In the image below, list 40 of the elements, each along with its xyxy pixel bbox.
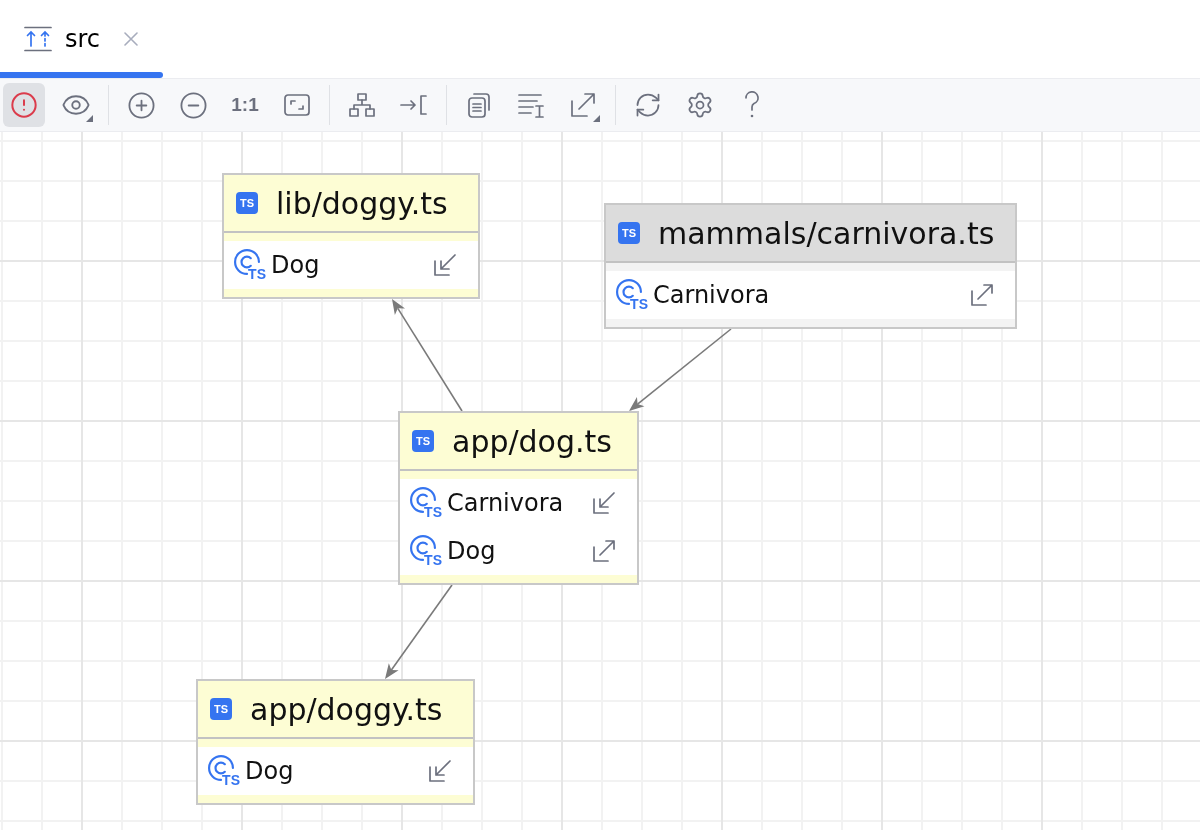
class-name: Dog [271,251,321,279]
file-name: app/dog.ts [452,423,612,459]
zoom-in-icon [126,90,156,120]
text-format-icon [517,92,545,118]
file-type-badge: TS [618,222,640,244]
type-tag: TS [222,774,240,787]
type-tag: TS [248,268,266,281]
file-type-badge: TS [236,192,258,214]
help-icon [744,91,760,119]
up-arrows-icon [24,26,52,52]
zoom-out-icon [178,90,208,120]
close-icon [124,32,139,46]
file-type-badge: TS [412,430,434,452]
arrow-down-left-icon [592,491,616,515]
type-tag: TS [424,506,442,519]
file-name: app/doggy.ts [250,691,443,727]
arrow-up-right-icon [592,539,616,563]
arrow-to-bracket-icon [400,94,428,116]
frame-icon [284,94,310,116]
arrow-down-left-icon [433,253,457,277]
toolbar-button[interactable] [3,83,45,127]
class-name: Carnivora [447,489,565,517]
class-name: Dog [447,537,497,565]
settings-icon [686,91,714,119]
error-icon [10,91,38,119]
class-name: Carnivora [653,281,771,309]
arrow-up-right-icon [570,92,596,118]
file-name: lib/doggy.ts [276,185,448,221]
type-tag: TS [630,298,648,311]
arrow-down-left-icon [428,759,452,783]
copy-icon [467,92,491,118]
file-type-badge: TS [210,698,232,720]
class-name: Dog [245,757,295,785]
hierarchy-icon [349,93,375,117]
editor-tab[interactable]: src [0,0,164,78]
file-name: mammals/carnivora.ts [658,215,995,251]
close-button[interactable] [123,31,140,47]
arrow-up-right-icon [970,283,994,307]
refresh-icon [634,91,662,119]
type-tag: TS [424,554,442,567]
